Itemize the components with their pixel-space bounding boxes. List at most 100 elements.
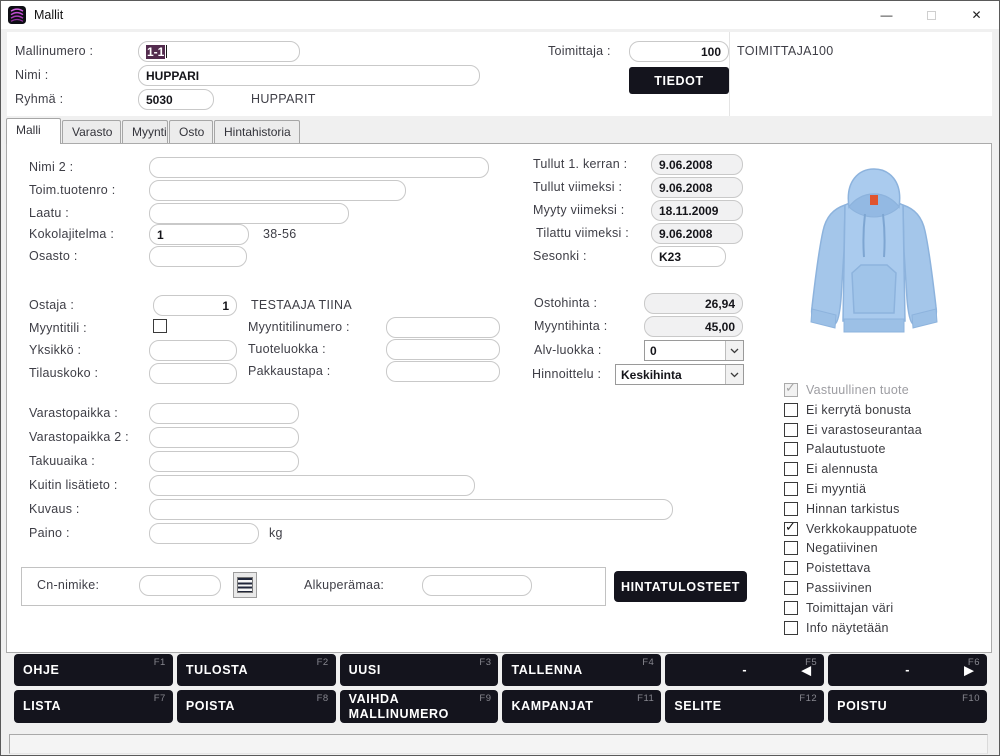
text-caret — [166, 45, 168, 58]
lista-button[interactable]: LISTA F7 — [14, 690, 173, 723]
checkbox-row-ei-varastoseurantaa[interactable]: Ei varastoseurantaa — [784, 422, 922, 438]
tullut-ensin-field[interactable] — [651, 154, 743, 175]
mallinumero-selected-text: 1-1 — [146, 44, 166, 59]
verkkokauppatuote-checkbox[interactable] — [784, 520, 798, 536]
checkbox-row-verkkokauppatuote[interactable]: Verkkokauppatuote — [784, 520, 917, 537]
toimittaja-label: Toimittaja : — [548, 44, 611, 58]
alkuperamaa-input[interactable] — [422, 575, 532, 596]
mallinumero-input[interactable]: 1-1 — [138, 41, 300, 62]
tallenna-button[interactable]: TALLENNA F4 — [502, 654, 662, 686]
checkbox-row-hinnan-tarkistus[interactable]: Hinnan tarkistus — [784, 501, 900, 517]
varastopaikka-label: Varastopaikka : — [29, 406, 118, 420]
toimittajan-vari-checkbox[interactable] — [784, 601, 798, 615]
osasto-input[interactable] — [149, 246, 247, 267]
palautustuote-checkbox[interactable] — [784, 442, 798, 456]
kuvaus-input[interactable] — [149, 499, 673, 520]
mallit-window: Mallit — ✕ Mallinumero : 1-1 Toimittaja … — [0, 0, 1000, 756]
checkbox-row-toimittajan-vari[interactable]: Toimittajan väri — [784, 600, 893, 616]
pakkaustapa-input[interactable] — [386, 361, 500, 382]
checkbox-row-ei-alennusta[interactable]: Ei alennusta — [784, 461, 878, 477]
selite-button[interactable]: SELITE F12 — [665, 690, 825, 723]
myyntihinta-label: Myyntihinta : — [534, 319, 608, 333]
tilauskoko-input[interactable] — [149, 363, 237, 384]
myyntihinta-field[interactable] — [644, 316, 743, 337]
kuvaus-label: Kuvaus : — [29, 502, 80, 516]
passiivinen-checkbox[interactable] — [784, 581, 798, 595]
tab-osto[interactable]: Osto — [169, 120, 213, 143]
checkbox-row-ei-myyntia[interactable]: Ei myyntiä — [784, 481, 866, 497]
tullut-viimeksi-label: Tullut viimeksi : — [533, 180, 623, 194]
nimi-input[interactable] — [138, 65, 480, 86]
ostaja-input[interactable] — [153, 295, 237, 316]
checkbox-row-poistettava[interactable]: Poistettava — [784, 560, 871, 576]
toimittaja-input[interactable] — [629, 41, 729, 62]
minimize-button[interactable]: — — [864, 1, 909, 29]
info-naytetaan-checkbox[interactable] — [784, 621, 798, 635]
takuuaika-label: Takuuaika : — [29, 454, 95, 468]
hintatulosteet-button[interactable]: HINTATULOSTEET — [614, 571, 747, 602]
tulosta-button[interactable]: TULOSTA F2 — [176, 654, 336, 686]
kuitin-lisatieto-input[interactable] — [149, 475, 475, 496]
yksikko-input[interactable] — [149, 340, 237, 361]
tilattu-viimeksi-field[interactable] — [651, 223, 743, 244]
ei-varastoseurantaa-checkbox[interactable] — [784, 423, 798, 437]
paino-input[interactable] — [149, 523, 259, 544]
tab-malli[interactable]: Malli — [6, 118, 61, 144]
kampanjat-button[interactable]: KAMPANJAT F11 — [502, 690, 662, 723]
ei-kerryta-bonusta-checkbox[interactable] — [784, 403, 798, 417]
tab-hintahistoria[interactable]: Hintahistoria — [214, 120, 300, 143]
myyntitili-checkbox[interactable] — [153, 319, 167, 333]
tullut-viimeksi-field[interactable] — [651, 177, 743, 198]
cn-nimike-input[interactable] — [139, 575, 221, 596]
tiedot-button[interactable]: TIEDOT — [629, 67, 729, 94]
myyty-viimeksi-field[interactable] — [651, 200, 743, 221]
takuuaika-input[interactable] — [149, 451, 299, 472]
checkbox-row-negatiivinen[interactable]: Negatiivinen — [784, 540, 878, 556]
checkbox-row-palautustuote[interactable]: Palautustuote — [784, 441, 886, 457]
tuoteluokka-input[interactable] — [386, 339, 500, 360]
cn-nimike-label: Cn-nimike: — [37, 578, 100, 592]
cn-lookup-button[interactable] — [233, 572, 257, 598]
close-button[interactable]: ✕ — [954, 1, 999, 29]
ryhma-input[interactable] — [138, 89, 214, 110]
kokolajitelma-input[interactable] — [149, 224, 249, 245]
ohje-button[interactable]: OHJE F1 — [14, 654, 173, 686]
checkbox-row-ei-kerryta-bonusta[interactable]: Ei kerrytä bonusta — [784, 402, 911, 418]
varastopaikka2-input[interactable] — [149, 427, 299, 448]
previous-button[interactable]: - ◀ F5 — [665, 654, 825, 686]
chevron-down-icon[interactable] — [725, 365, 743, 384]
ei-myyntia-checkbox[interactable] — [784, 482, 798, 496]
laatu-label: Laatu : — [29, 206, 69, 220]
ostohinta-field[interactable] — [644, 293, 743, 314]
osasto-label: Osasto : — [29, 249, 78, 263]
chevron-down-icon[interactable] — [725, 341, 743, 360]
vaihda-mallinumero-button[interactable]: VAIHDA MALLINUMERO F9 — [339, 690, 499, 723]
nimi2-input[interactable] — [149, 157, 489, 178]
myyntitilinumero-input[interactable] — [386, 317, 500, 338]
hinnoittelu-select[interactable]: Keskihinta — [615, 364, 744, 385]
hinnoittelu-label: Hinnoittelu : — [532, 367, 602, 381]
checkbox-row-passiivinen[interactable]: Passiivinen — [784, 580, 872, 596]
poistettava-checkbox[interactable] — [784, 561, 798, 575]
next-button[interactable]: - ▶ F6 — [828, 654, 987, 686]
laatu-input[interactable] — [149, 203, 349, 224]
alkuperamaa-label: Alkuperämaa: — [304, 578, 385, 592]
tilattu-viimeksi-label: Tilattu viimeksi : — [536, 226, 629, 240]
checkbox-row-info-naytetaan[interactable]: Info näytetään — [784, 620, 889, 636]
varastopaikka-input[interactable] — [149, 403, 299, 424]
checkbox-row-vastuullinen-tuote: Vastuullinen tuote — [784, 381, 909, 398]
alv-luokka-select[interactable]: 0 — [644, 340, 744, 361]
sesonki-input[interactable] — [651, 246, 726, 267]
hinnan-tarkistus-checkbox[interactable] — [784, 502, 798, 516]
negatiivinen-checkbox[interactable] — [784, 541, 798, 555]
myyty-viimeksi-label: Myyty viimeksi : — [533, 203, 625, 217]
list-icon — [237, 577, 253, 593]
tab-varasto[interactable]: Varasto — [62, 120, 121, 143]
poistu-button[interactable]: POISTU F10 — [828, 690, 987, 723]
toim-tuotenro-input[interactable] — [149, 180, 406, 201]
poista-button[interactable]: POISTA F8 — [176, 690, 336, 723]
ei-alennusta-checkbox[interactable] — [784, 462, 798, 476]
titlebar: Mallit — ✕ — [1, 1, 999, 29]
uusi-button[interactable]: UUSI F3 — [339, 654, 499, 686]
tab-myynti[interactable]: Myynti — [122, 120, 168, 143]
